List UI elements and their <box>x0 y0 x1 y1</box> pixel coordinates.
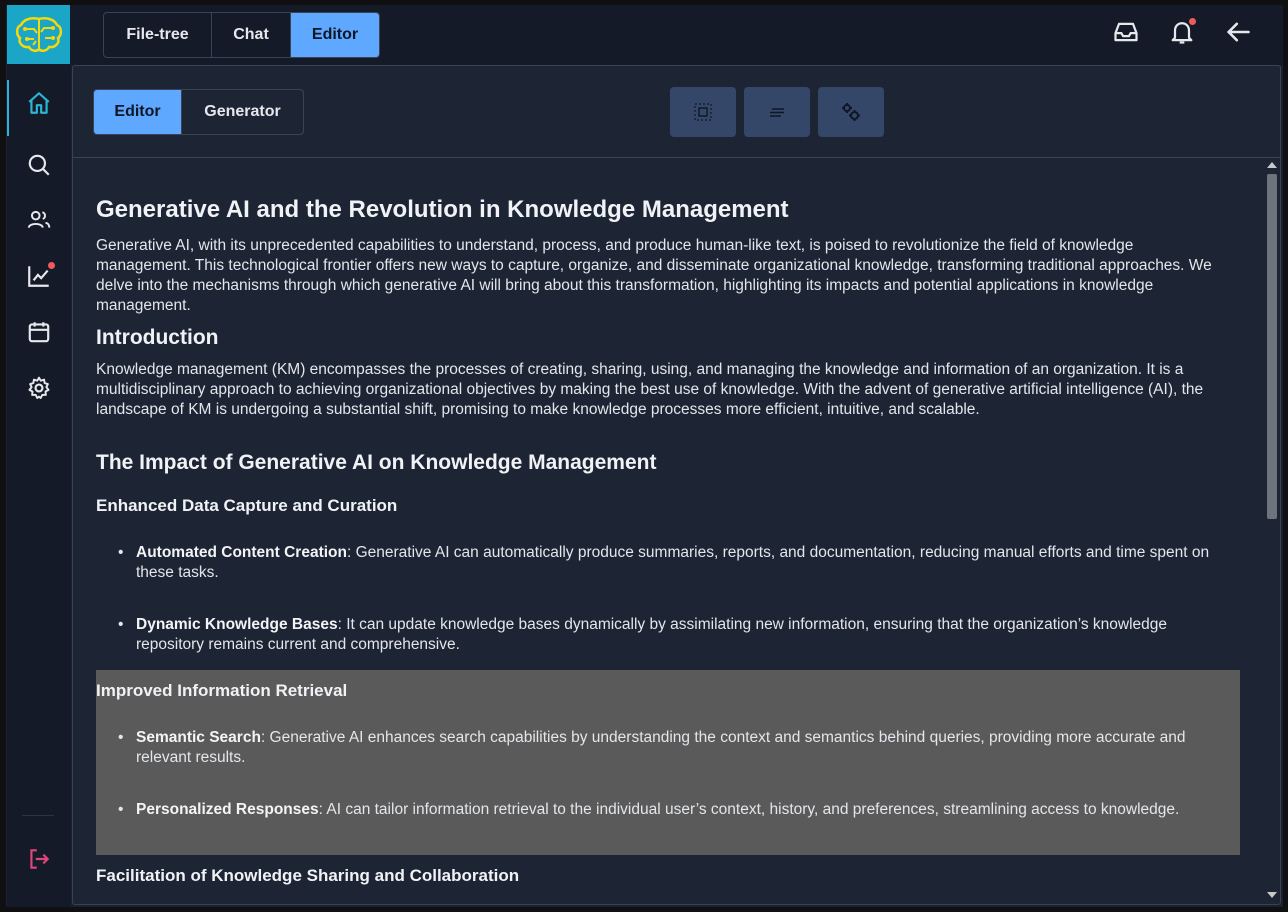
sidebar-item-search[interactable] <box>7 142 71 188</box>
scroll-thumb[interactable] <box>1267 174 1277 519</box>
section-heading: Improved Information Retrieval <box>96 681 348 700</box>
list-item: Dynamic Knowledge Bases: It can update k… <box>118 615 1226 655</box>
doc-title: Generative AI and the Revolution in Know… <box>96 196 789 223</box>
brain-logo[interactable] <box>7 5 70 64</box>
settings-tool-button[interactable] <box>818 87 884 137</box>
logout-icon <box>30 849 50 869</box>
tab-editor[interactable]: Editor <box>291 13 379 57</box>
sidebar-item-home[interactable] <box>7 80 71 136</box>
arrow-left-icon <box>1226 22 1250 42</box>
align-text-icon <box>770 108 784 117</box>
section-heading: Facilitation of Knowledge Sharing and Co… <box>96 866 520 885</box>
tab-file-tree[interactable]: File-tree <box>104 13 212 57</box>
select-frame-icon <box>694 103 712 121</box>
back-button[interactable] <box>1223 17 1253 47</box>
sidebar-item-calendar[interactable] <box>7 309 71 355</box>
sidebar <box>7 5 71 907</box>
settings-icon <box>28 376 50 399</box>
analytics-notification-dot <box>48 262 55 269</box>
select-frame-button[interactable] <box>670 87 736 137</box>
notification-dot <box>1189 18 1196 25</box>
inbox-button[interactable] <box>1111 17 1141 47</box>
document-body[interactable]: Generative AI and the Revolution in Know… <box>96 160 1240 905</box>
tab-generator[interactable]: Generator <box>182 90 303 134</box>
sidebar-item-settings[interactable] <box>7 365 71 411</box>
list-item: Personalized Responses: AI can tailor in… <box>118 800 1226 820</box>
sidebar-item-analytics[interactable] <box>7 253 71 299</box>
home-icon <box>28 92 50 114</box>
tab-chat[interactable]: Chat <box>212 13 291 57</box>
users-icon <box>27 210 51 228</box>
search-icon <box>28 154 50 176</box>
tab-panel-editor[interactable]: Editor <box>94 90 182 134</box>
scroll-down-arrow[interactable] <box>1267 892 1277 898</box>
align-text-button[interactable] <box>744 87 810 137</box>
section-heading: Enhanced Data Capture and Curation <box>96 496 398 515</box>
brain-icon <box>15 16 62 52</box>
list-item: Semantic Search: Generative AI enhances … <box>118 728 1226 768</box>
list-item: Automated Content Creation: Generative A… <box>118 543 1226 583</box>
impact-heading: The Impact of Generative AI on Knowledge… <box>96 451 657 474</box>
sidebar-divider <box>22 815 54 816</box>
introduction-text: Knowledge management (KM) encompasses th… <box>96 361 1204 418</box>
gears-icon <box>842 103 860 121</box>
scroll-up-arrow[interactable] <box>1267 162 1277 168</box>
notifications-button[interactable] <box>1167 17 1197 47</box>
top-view-switcher: File-tree Chat Editor <box>103 12 380 58</box>
calendar-icon <box>28 322 50 343</box>
sidebar-item-users[interactable] <box>7 197 71 243</box>
vertical-scrollbar[interactable] <box>1264 158 1280 903</box>
panel-mode-switcher: Editor Generator <box>93 89 304 135</box>
inbox-icon <box>1114 22 1138 42</box>
doc-intro: Generative AI, with its unprecedented ca… <box>96 237 1212 314</box>
logout-button[interactable] <box>7 836 71 882</box>
introduction-heading: Introduction <box>96 326 219 349</box>
